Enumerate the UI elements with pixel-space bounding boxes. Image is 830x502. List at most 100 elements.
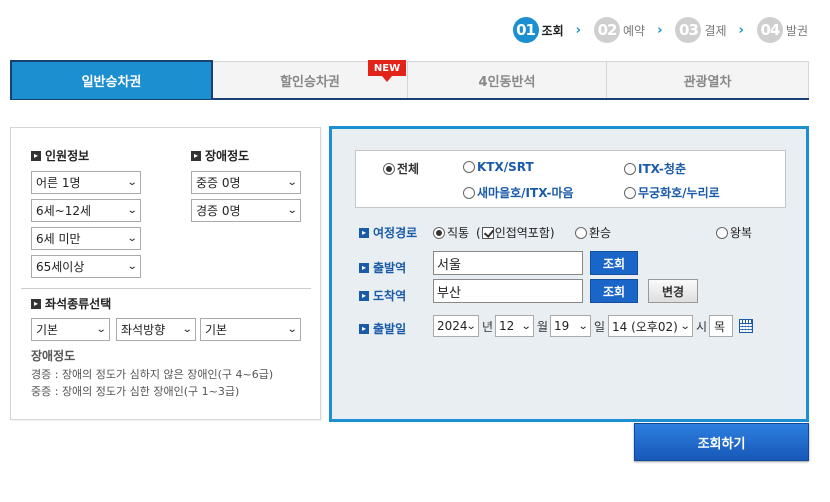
step-number: 04 bbox=[756, 17, 783, 43]
train-type-box: 전체 KTX/SRT ITX-청춘 새마을호/ITX-마음 무궁화호/누리로 bbox=[355, 150, 786, 208]
day-select[interactable]: 19 ⌄ bbox=[550, 315, 591, 337]
route-roundtrip[interactable]: 왕복 bbox=[716, 224, 752, 241]
hour-select[interactable]: 14 (오후02) ⌄ bbox=[608, 315, 693, 337]
mild-disability-select[interactable]: 경증 0명 ⌄ bbox=[191, 199, 301, 222]
departure-search-button[interactable]: 조회 bbox=[590, 251, 638, 275]
passenger-info-title: ▸ 인원정보 bbox=[31, 147, 89, 164]
arrival-label: ▸ 도착역 bbox=[359, 287, 406, 304]
tab-label: 일반승차권 bbox=[81, 75, 142, 90]
adult-count-select[interactable]: 어른 1명 ⌄ bbox=[31, 171, 141, 194]
train-type-saemaeul[interactable]: 새마을호/ITX-마음 bbox=[463, 184, 574, 201]
step-number: 01 bbox=[512, 17, 539, 43]
chevron-right-icon: › bbox=[575, 22, 581, 38]
year-select[interactable]: 2024 ⌄ bbox=[433, 315, 479, 337]
swap-stations-button[interactable]: 변경 bbox=[648, 279, 698, 303]
arrow-right-icon: ▸ bbox=[191, 150, 201, 161]
seat-type-select[interactable]: 기본 ⌄ bbox=[31, 318, 110, 341]
radio-checked-icon bbox=[433, 226, 445, 239]
chevron-down-icon: ⌄ bbox=[286, 324, 298, 335]
disability-notes: 장애정도 경증 : 장애의 정도가 심하지 않은 장애인(구 4~6급) 중증 … bbox=[31, 348, 273, 400]
tab-discount-ticket[interactable]: 할인승차권 NEW bbox=[213, 60, 408, 98]
radio-icon bbox=[463, 186, 475, 199]
month-select[interactable]: 12 ⌄ bbox=[495, 315, 534, 337]
route-direct[interactable]: 직통 bbox=[433, 224, 469, 241]
route-include-nearby[interactable]: (인접역포함) bbox=[476, 224, 555, 241]
month-unit: 월 bbox=[537, 320, 549, 334]
calendar-icon[interactable] bbox=[739, 319, 753, 333]
seat-direction-select[interactable]: 좌석방향 ⌄ bbox=[116, 318, 196, 341]
child-count-select[interactable]: 6세~12세 ⌄ bbox=[31, 199, 141, 222]
disability-title: ▸ 장애정도 bbox=[191, 147, 249, 164]
route-transfer[interactable]: 환승 bbox=[575, 224, 611, 241]
ticket-type-tabs: 일반승차권 할인승차권 NEW 4인동반석 관광열차 bbox=[10, 60, 809, 100]
step-label: 결제 bbox=[704, 23, 727, 38]
departure-station-input[interactable]: 서울 bbox=[433, 251, 583, 275]
route-label: ▸ 여정경로 bbox=[359, 224, 417, 241]
arrow-right-icon: ▸ bbox=[359, 227, 369, 238]
tab-group-seat[interactable]: 4인동반석 bbox=[408, 61, 607, 98]
arrow-right-icon: ▸ bbox=[359, 323, 369, 334]
tab-label: 할인승차권 bbox=[280, 74, 340, 90]
search-panel: 전체 KTX/SRT ITX-청춘 새마을호/ITX-마음 무궁화호/누리로 ▸… bbox=[329, 126, 809, 422]
passenger-panel: ▸ 인원정보 ▸ 장애정도 어른 1명 ⌄ 6세~12세 ⌄ 6세 미만 ⌄ 65세이상 ⌄… bbox=[10, 127, 321, 420]
weekday-display: 목 bbox=[709, 315, 733, 337]
search-button[interactable]: 조회하기 bbox=[634, 423, 809, 461]
chevron-down-icon: ⌄ bbox=[465, 321, 477, 332]
tab-label: 4인동반석 bbox=[478, 74, 536, 90]
radio-icon bbox=[463, 161, 475, 173]
new-badge-text: NEW bbox=[368, 60, 406, 76]
chevron-down-icon: ⌄ bbox=[126, 261, 138, 272]
notes-line: 중증 : 장애의 정도가 심한 장애인(구 1~3급) bbox=[31, 385, 240, 398]
step-number: 02 bbox=[594, 17, 620, 43]
severe-disability-select[interactable]: 중증 0명 ⌄ bbox=[191, 171, 301, 194]
senior-count-select[interactable]: 65세이상 ⌄ bbox=[31, 255, 141, 278]
radio-icon bbox=[624, 186, 636, 199]
train-type-mugunghwa[interactable]: 무궁화호/누리로 bbox=[624, 184, 720, 201]
arrow-right-icon: ▸ bbox=[359, 262, 369, 273]
notes-title: 장애정도 bbox=[31, 349, 76, 363]
infant-count-select[interactable]: 6세 미만 ⌄ bbox=[31, 227, 141, 250]
arrow-right-icon: ▸ bbox=[359, 290, 369, 301]
step-reserve: 02 예약 bbox=[594, 17, 645, 43]
seat-type-title: ▸ 좌석종류선택 bbox=[31, 295, 111, 312]
step-number: 03 bbox=[675, 17, 702, 43]
radio-icon bbox=[624, 162, 636, 175]
chevron-down-icon: ⌄ bbox=[286, 177, 298, 188]
chevron-right-icon: › bbox=[738, 22, 744, 38]
new-badge: NEW bbox=[368, 60, 406, 82]
chevron-right-icon: › bbox=[657, 22, 663, 38]
progress-steps: 01 조회 › 02 예약 › 03 결제 › 04 발권 bbox=[512, 16, 808, 44]
chevron-down-icon: ⌄ bbox=[520, 321, 532, 332]
arrow-right-icon: ▸ bbox=[31, 298, 41, 309]
radio-checked-icon bbox=[383, 162, 395, 175]
train-type-ktx[interactable]: KTX/SRT bbox=[463, 160, 534, 174]
chevron-down-icon: ⌄ bbox=[577, 321, 589, 332]
divider bbox=[21, 288, 311, 289]
tab-tourist-train[interactable]: 관광열차 bbox=[607, 61, 809, 98]
arrival-search-button[interactable]: 조회 bbox=[590, 279, 638, 303]
step-label: 예약 bbox=[623, 23, 646, 38]
departure-date-label: ▸ 출발일 bbox=[359, 320, 406, 337]
step-ticketing: 04 발권 bbox=[756, 17, 808, 43]
chevron-down-icon: ⌄ bbox=[95, 324, 107, 335]
hour-unit: 시 bbox=[696, 320, 708, 334]
chevron-down-icon: ⌄ bbox=[126, 177, 138, 188]
tab-general-ticket[interactable]: 일반승차권 bbox=[10, 60, 213, 99]
chevron-down-icon: ⌄ bbox=[286, 205, 298, 216]
chevron-down-icon: ⌄ bbox=[126, 205, 138, 216]
tab-label: 관광열차 bbox=[683, 74, 732, 90]
arrival-station-input[interactable]: 부산 bbox=[433, 279, 583, 303]
train-type-itx-chungchun[interactable]: ITX-청춘 bbox=[624, 160, 686, 177]
notes-line: 경증 : 장애의 정도가 심하지 않은 장애인(구 4~6급) bbox=[31, 368, 274, 381]
train-type-all[interactable]: 전체 bbox=[383, 160, 419, 177]
chevron-down-icon: ⌄ bbox=[126, 233, 138, 244]
radio-icon bbox=[716, 226, 728, 239]
chevron-down-icon: ⌄ bbox=[181, 324, 193, 335]
year-unit: 년 bbox=[482, 320, 494, 334]
seat-position-select[interactable]: 기본 ⌄ bbox=[200, 318, 301, 341]
arrow-right-icon: ▸ bbox=[31, 150, 41, 161]
step-label: 발권 bbox=[785, 23, 808, 38]
checkbox-checked-icon bbox=[481, 226, 494, 239]
day-unit: 일 bbox=[594, 320, 606, 334]
step-payment: 03 결제 bbox=[675, 17, 727, 43]
